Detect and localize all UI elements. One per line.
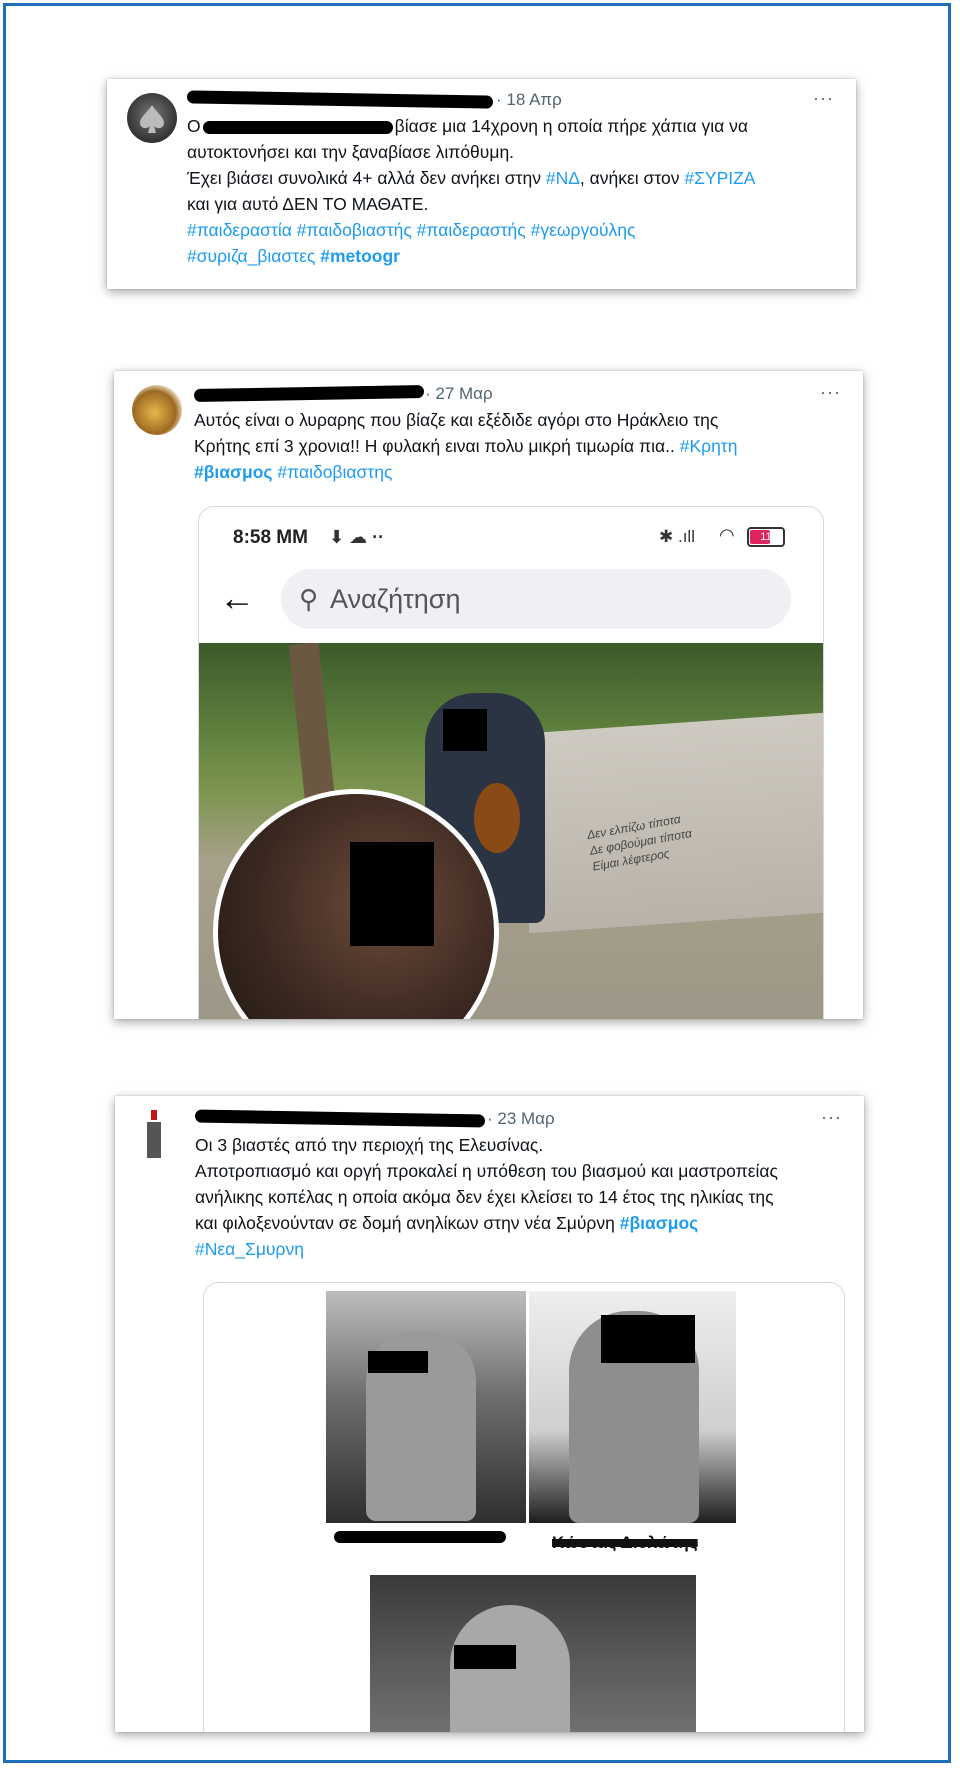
tweet-date[interactable]: · 27 Μαρ <box>425 384 493 404</box>
hashtag-bold[interactable]: #metoogr <box>320 246 400 266</box>
hashtag-kriti[interactable]: #Κρητη <box>680 436 738 456</box>
phone-status-icons: ⬇ ☁ ·· <box>329 527 385 547</box>
phone-signal: ✱ .ıll <box>659 527 695 546</box>
tweet-date[interactable]: · 23 Μαρ <box>487 1109 555 1129</box>
suspect-photo-1 <box>326 1291 526 1523</box>
hashtag[interactable]: #παιδοβιαστης <box>277 462 392 482</box>
tweet-date[interactable]: · 18 Απρ <box>496 90 562 110</box>
tweet-text: Οι 3 βιαστές από την περιοχή της Ελευσίν… <box>195 1135 778 1259</box>
tweet-card-1[interactable]: · 18 Απρ ··· Οβίασε μια 14χρονη η οποία … <box>107 79 856 289</box>
back-arrow-icon[interactable]: ← <box>219 577 255 619</box>
avatar[interactable] <box>132 385 182 435</box>
hashtag-syriza[interactable]: #ΣΥΡΙΖΑ <box>684 168 755 188</box>
face-redaction <box>443 709 487 751</box>
hashtag-bold[interactable]: #βιασμος <box>194 462 273 482</box>
hashtag[interactable]: #Νεα_Σμυρνη <box>195 1239 304 1259</box>
avatar[interactable] <box>139 1110 179 1162</box>
profile-cover-photo: Δεν ελπίζω τίποτα Δε φοβούμαι τίποτα Είμ… <box>199 643 823 1019</box>
hashtag[interactable]: #παιδοβιαστής <box>297 220 412 240</box>
tweet-card-3[interactable]: · 23 Μαρ ··· Οι 3 βιαστές από την περιοχ… <box>115 1096 864 1732</box>
instrument <box>474 783 520 853</box>
hashtag[interactable]: #γεωργούλης <box>531 220 636 240</box>
wifi-icon: ◠ <box>719 525 735 545</box>
tweet-text: Αυτός είναι ο λυραρης που βίαζε και εξέδ… <box>194 410 738 482</box>
hashtag[interactable]: #συριζα_βιαστες <box>187 246 315 266</box>
search-icon: ⚲ <box>299 583 319 614</box>
photo-caption: Κώστας Διολώτης <box>552 1533 698 1552</box>
more-options-button[interactable]: ··· <box>821 1107 842 1128</box>
tweet-card-2[interactable]: · 27 Μαρ ··· Αυτός είναι ο λυραρης που β… <box>114 371 863 1019</box>
tweet-text: Οβίασε μια 14χρονη η οποία πήρε χάπια γι… <box>187 116 756 266</box>
search-input[interactable]: ⚲ Αναζήτηση <box>281 569 791 629</box>
redacted-username <box>186 90 494 109</box>
more-options-button[interactable]: ··· <box>813 88 834 109</box>
phone-time: 8:58 ΜΜ <box>233 527 308 548</box>
hashtag[interactable]: #παιδεραστής <box>417 220 526 240</box>
spade-icon <box>140 105 164 133</box>
hashtag-nd[interactable]: #ΝΔ <box>546 168 580 188</box>
avatar[interactable] <box>127 93 177 143</box>
redacted-username <box>193 384 425 403</box>
suspect-photo-3 <box>370 1575 696 1732</box>
redacted-caption <box>334 1531 506 1543</box>
battery-icon: 11 <box>747 527 785 547</box>
redacted-username <box>194 1109 486 1128</box>
hashtag[interactable]: #παιδεραστία <box>187 220 292 240</box>
more-options-button[interactable]: ··· <box>820 382 841 403</box>
hashtag-bold[interactable]: #βιασμος <box>620 1213 699 1233</box>
tweet-media[interactable]: 8:58 ΜΜ ⬇ ☁ ·· ✱ .ıll ◠ 11 ← ⚲ Αναζήτηση… <box>198 506 824 1019</box>
tweet-media[interactable]: Κώστας Διολώτης <box>203 1282 845 1732</box>
suspect-photo-2 <box>529 1291 736 1523</box>
